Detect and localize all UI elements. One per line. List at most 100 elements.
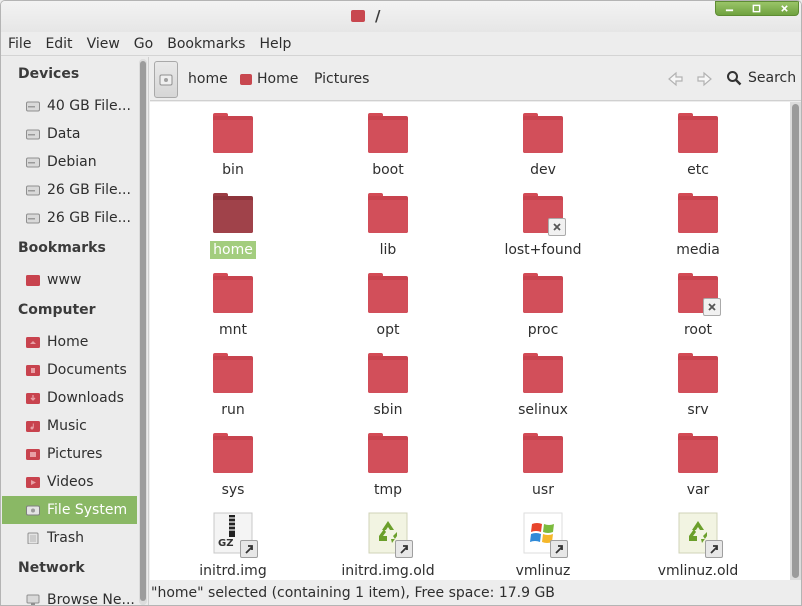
menu-help[interactable]: Help (259, 36, 291, 52)
sidebar-item-music[interactable]: Music (2, 412, 137, 440)
file-icon-view[interactable]: bin boot dev etc home lib lost+found med… (150, 102, 790, 580)
sidebar-scrollbar-thumb[interactable] (140, 61, 146, 601)
file-item-srv[interactable]: srv (633, 342, 763, 420)
file-item-vmlinuz-old[interactable]: vmlinuz.old (633, 502, 763, 580)
archive-icon: GZ (212, 512, 258, 558)
search-button[interactable]: Search (726, 70, 796, 86)
maximize-icon (753, 4, 761, 13)
file-item-proc[interactable]: proc (478, 262, 608, 340)
sidebar-item-26gb-filesystem-2[interactable]: 26 GB File... (2, 204, 137, 232)
file-item-sbin[interactable]: sbin (323, 342, 453, 420)
file-item-initrd-img[interactable]: GZ initrd.img (168, 502, 298, 580)
sidebar-item-40gb-filesystem[interactable]: 40 GB File... (2, 92, 137, 120)
videos-icon (26, 477, 40, 488)
sidebar-item-label: File System (47, 502, 128, 518)
file-item-lost-found[interactable]: lost+found (478, 182, 608, 260)
sidebar-item-label: Pictures (47, 446, 103, 462)
sidebar-item-documents[interactable]: Documents (2, 356, 137, 384)
folder-icon (213, 353, 253, 393)
menu-view[interactable]: View (87, 36, 120, 52)
sidebar-scrollbar[interactable] (139, 59, 147, 605)
sidebar-item-pictures[interactable]: Pictures (2, 440, 137, 468)
forward-button[interactable] (694, 69, 716, 89)
sidebar-item-label: Data (47, 126, 81, 142)
menu-go[interactable]: Go (134, 36, 153, 52)
drive-icon (26, 129, 40, 140)
sidebar-item-data[interactable]: Data (2, 120, 137, 148)
drive-icon (26, 101, 40, 112)
file-item-bin[interactable]: bin (168, 102, 298, 180)
file-item-selinux[interactable]: selinux (478, 342, 608, 420)
folder-icon (26, 275, 40, 286)
crumb-home[interactable]: Home (240, 71, 298, 87)
folder-icon (523, 353, 563, 393)
downloads-icon (26, 393, 40, 404)
folder-icon (523, 273, 563, 313)
menu-edit[interactable]: Edit (45, 36, 72, 52)
menu-file[interactable]: File (8, 36, 31, 52)
drive-icon (159, 74, 173, 85)
file-name: mnt (219, 322, 247, 338)
music-icon (26, 421, 40, 432)
sidebar-item-browse-network[interactable]: Browse Ne... (2, 586, 137, 606)
sidebar-item-label: Browse Ne... (47, 592, 135, 606)
file-item-etc[interactable]: etc (633, 102, 763, 180)
file-name: opt (376, 322, 400, 338)
no-access-badge-icon (548, 218, 566, 236)
file-name: boot (372, 162, 404, 178)
file-item-opt[interactable]: opt (323, 262, 453, 340)
file-item-vmlinuz[interactable]: vmlinuz (478, 502, 608, 580)
file-name: initrd.img (199, 563, 267, 579)
minimize-button[interactable] (719, 3, 741, 15)
file-item-dev[interactable]: dev (478, 102, 608, 180)
file-name: tmp (373, 482, 402, 498)
filesystem-root-button[interactable] (154, 61, 178, 98)
crumb-home-dir[interactable]: home (188, 71, 228, 87)
status-text: "home" selected (containing 1 item), Fre… (151, 585, 555, 601)
svg-text:GZ: GZ (218, 538, 233, 549)
folder-icon (523, 113, 563, 153)
file-name: initrd.img.old (341, 563, 435, 579)
sidebar-item-26gb-filesystem-1[interactable]: 26 GB File... (2, 176, 137, 204)
window-title-text: / (375, 7, 381, 25)
content-scrollbar[interactable] (790, 102, 801, 580)
folder-icon (351, 10, 365, 22)
sidebar-item-label: www (47, 272, 82, 288)
file-item-mnt[interactable]: mnt (168, 262, 298, 340)
file-item-run[interactable]: run (168, 342, 298, 420)
file-item-media[interactable]: media (633, 182, 763, 260)
file-item-boot[interactable]: boot (323, 102, 453, 180)
sidebar-item-label: Debian (47, 154, 97, 170)
sidebar-item-downloads[interactable]: Downloads (2, 384, 137, 412)
maximize-button[interactable] (746, 3, 768, 15)
file-item-home[interactable]: home (168, 182, 298, 260)
file-item-root[interactable]: root (633, 262, 763, 340)
file-item-usr[interactable]: usr (478, 422, 608, 500)
sidebar-item-videos[interactable]: Videos (2, 468, 137, 496)
sidebar-item-trash[interactable]: Trash (2, 524, 137, 552)
crumb-pictures[interactable]: Pictures (314, 71, 369, 87)
back-button[interactable] (664, 69, 686, 89)
sidebar-item-debian[interactable]: Debian (2, 148, 137, 176)
file-name: vmlinuz (515, 563, 571, 579)
sidebar-item-www[interactable]: www (2, 266, 137, 294)
menu-bookmarks[interactable]: Bookmarks (167, 36, 245, 52)
close-button[interactable] (773, 3, 795, 15)
file-item-lib[interactable]: lib (323, 182, 453, 260)
folder-icon (678, 353, 718, 393)
sidebar-item-file-system[interactable]: File System (2, 496, 137, 524)
symlink-arrow-icon (395, 540, 413, 558)
file-item-var[interactable]: var (633, 422, 763, 500)
content-scrollbar-thumb[interactable] (792, 104, 799, 578)
pictures-icon (26, 449, 40, 460)
status-bar: "home" selected (containing 1 item), Fre… (150, 581, 801, 605)
file-name: lost+found (504, 242, 582, 258)
file-item-initrd-img-old[interactable]: initrd.img.old (323, 502, 453, 580)
sidebar-item-home[interactable]: Home (2, 328, 137, 356)
file-item-tmp[interactable]: tmp (323, 422, 453, 500)
close-icon (781, 5, 788, 12)
file-item-sys[interactable]: sys (168, 422, 298, 500)
title-bar: / (1, 1, 801, 32)
folder-icon (678, 273, 721, 316)
minimize-icon (726, 9, 734, 12)
